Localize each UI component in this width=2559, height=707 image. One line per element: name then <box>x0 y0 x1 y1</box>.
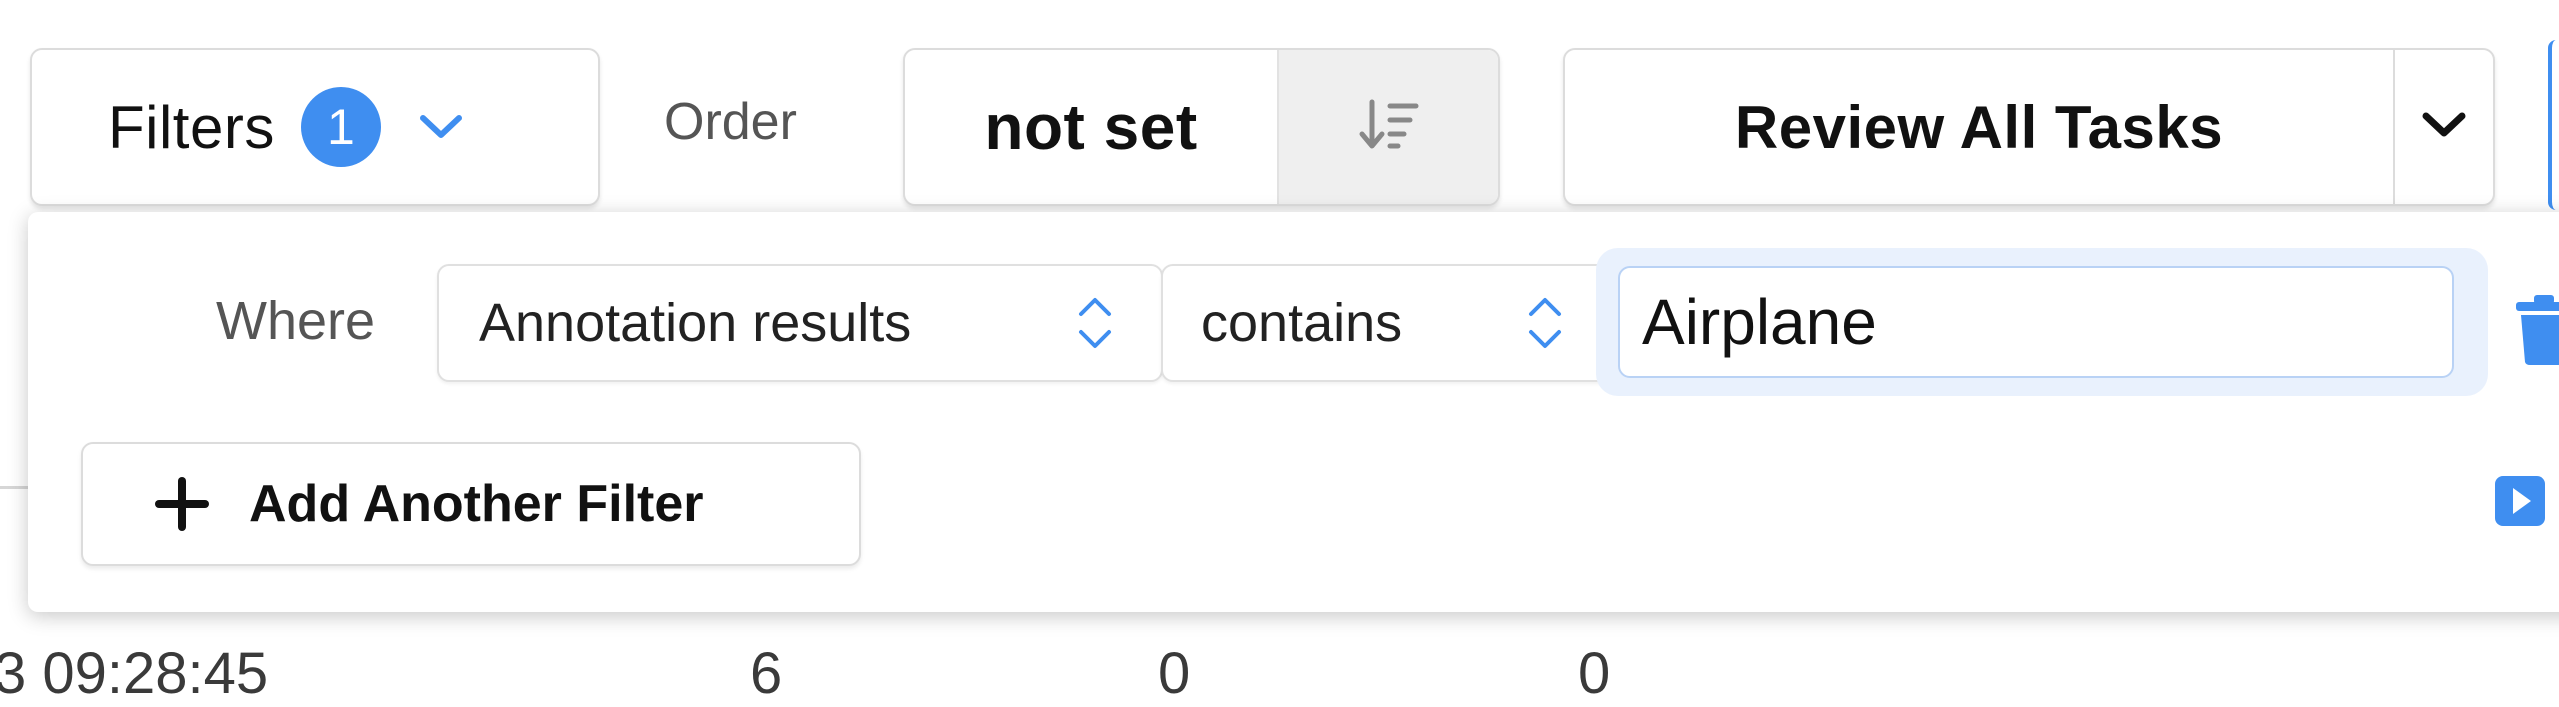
trash-icon[interactable] <box>2514 294 2559 366</box>
review-dropdown-button[interactable] <box>2393 50 2493 204</box>
filters-count-badge: 1 <box>300 87 381 167</box>
sort-descending-icon <box>1358 94 1420 161</box>
filters-button[interactable]: Filters 1 <box>30 48 600 206</box>
order-control: not set <box>903 48 1500 206</box>
up-down-chevron-icon <box>1069 288 1121 358</box>
plus-icon <box>155 477 209 531</box>
table-cell-count: 6 <box>750 641 783 706</box>
order-label: Order <box>664 93 797 151</box>
toolbar-edge-button[interactable] <box>2548 40 2559 210</box>
where-label: Where <box>216 291 376 351</box>
filter-panel: Where Annotation results contains Airpla… <box>28 212 2559 612</box>
chevron-down-icon <box>411 107 471 147</box>
review-all-tasks-button[interactable]: Review All Tasks <box>1565 50 2393 204</box>
table-cell-count: 0 <box>1578 641 1611 706</box>
filter-operator-value: contains <box>1201 293 1403 353</box>
up-down-chevron-icon <box>1519 288 1571 358</box>
review-control: Review All Tasks <box>1563 48 2495 206</box>
chevron-down-icon <box>2422 111 2466 144</box>
add-filter-button[interactable]: Add Another Filter <box>81 442 861 566</box>
sort-direction-button[interactable] <box>1277 50 1498 204</box>
table-cell-count: 0 <box>1158 641 1191 706</box>
filters-label: Filters <box>108 93 275 161</box>
table-cell-date: 3 09:28:45 <box>0 641 269 706</box>
order-select[interactable]: not set <box>905 50 1277 204</box>
add-filter-label: Add Another Filter <box>249 475 704 533</box>
play-square-icon[interactable] <box>2493 474 2547 528</box>
filter-operator-select[interactable]: contains <box>1161 264 1613 382</box>
filter-field-select[interactable]: Annotation results <box>437 264 1163 382</box>
filter-value-input[interactable] <box>1618 266 2454 378</box>
filter-field-value: Annotation results <box>479 293 912 353</box>
